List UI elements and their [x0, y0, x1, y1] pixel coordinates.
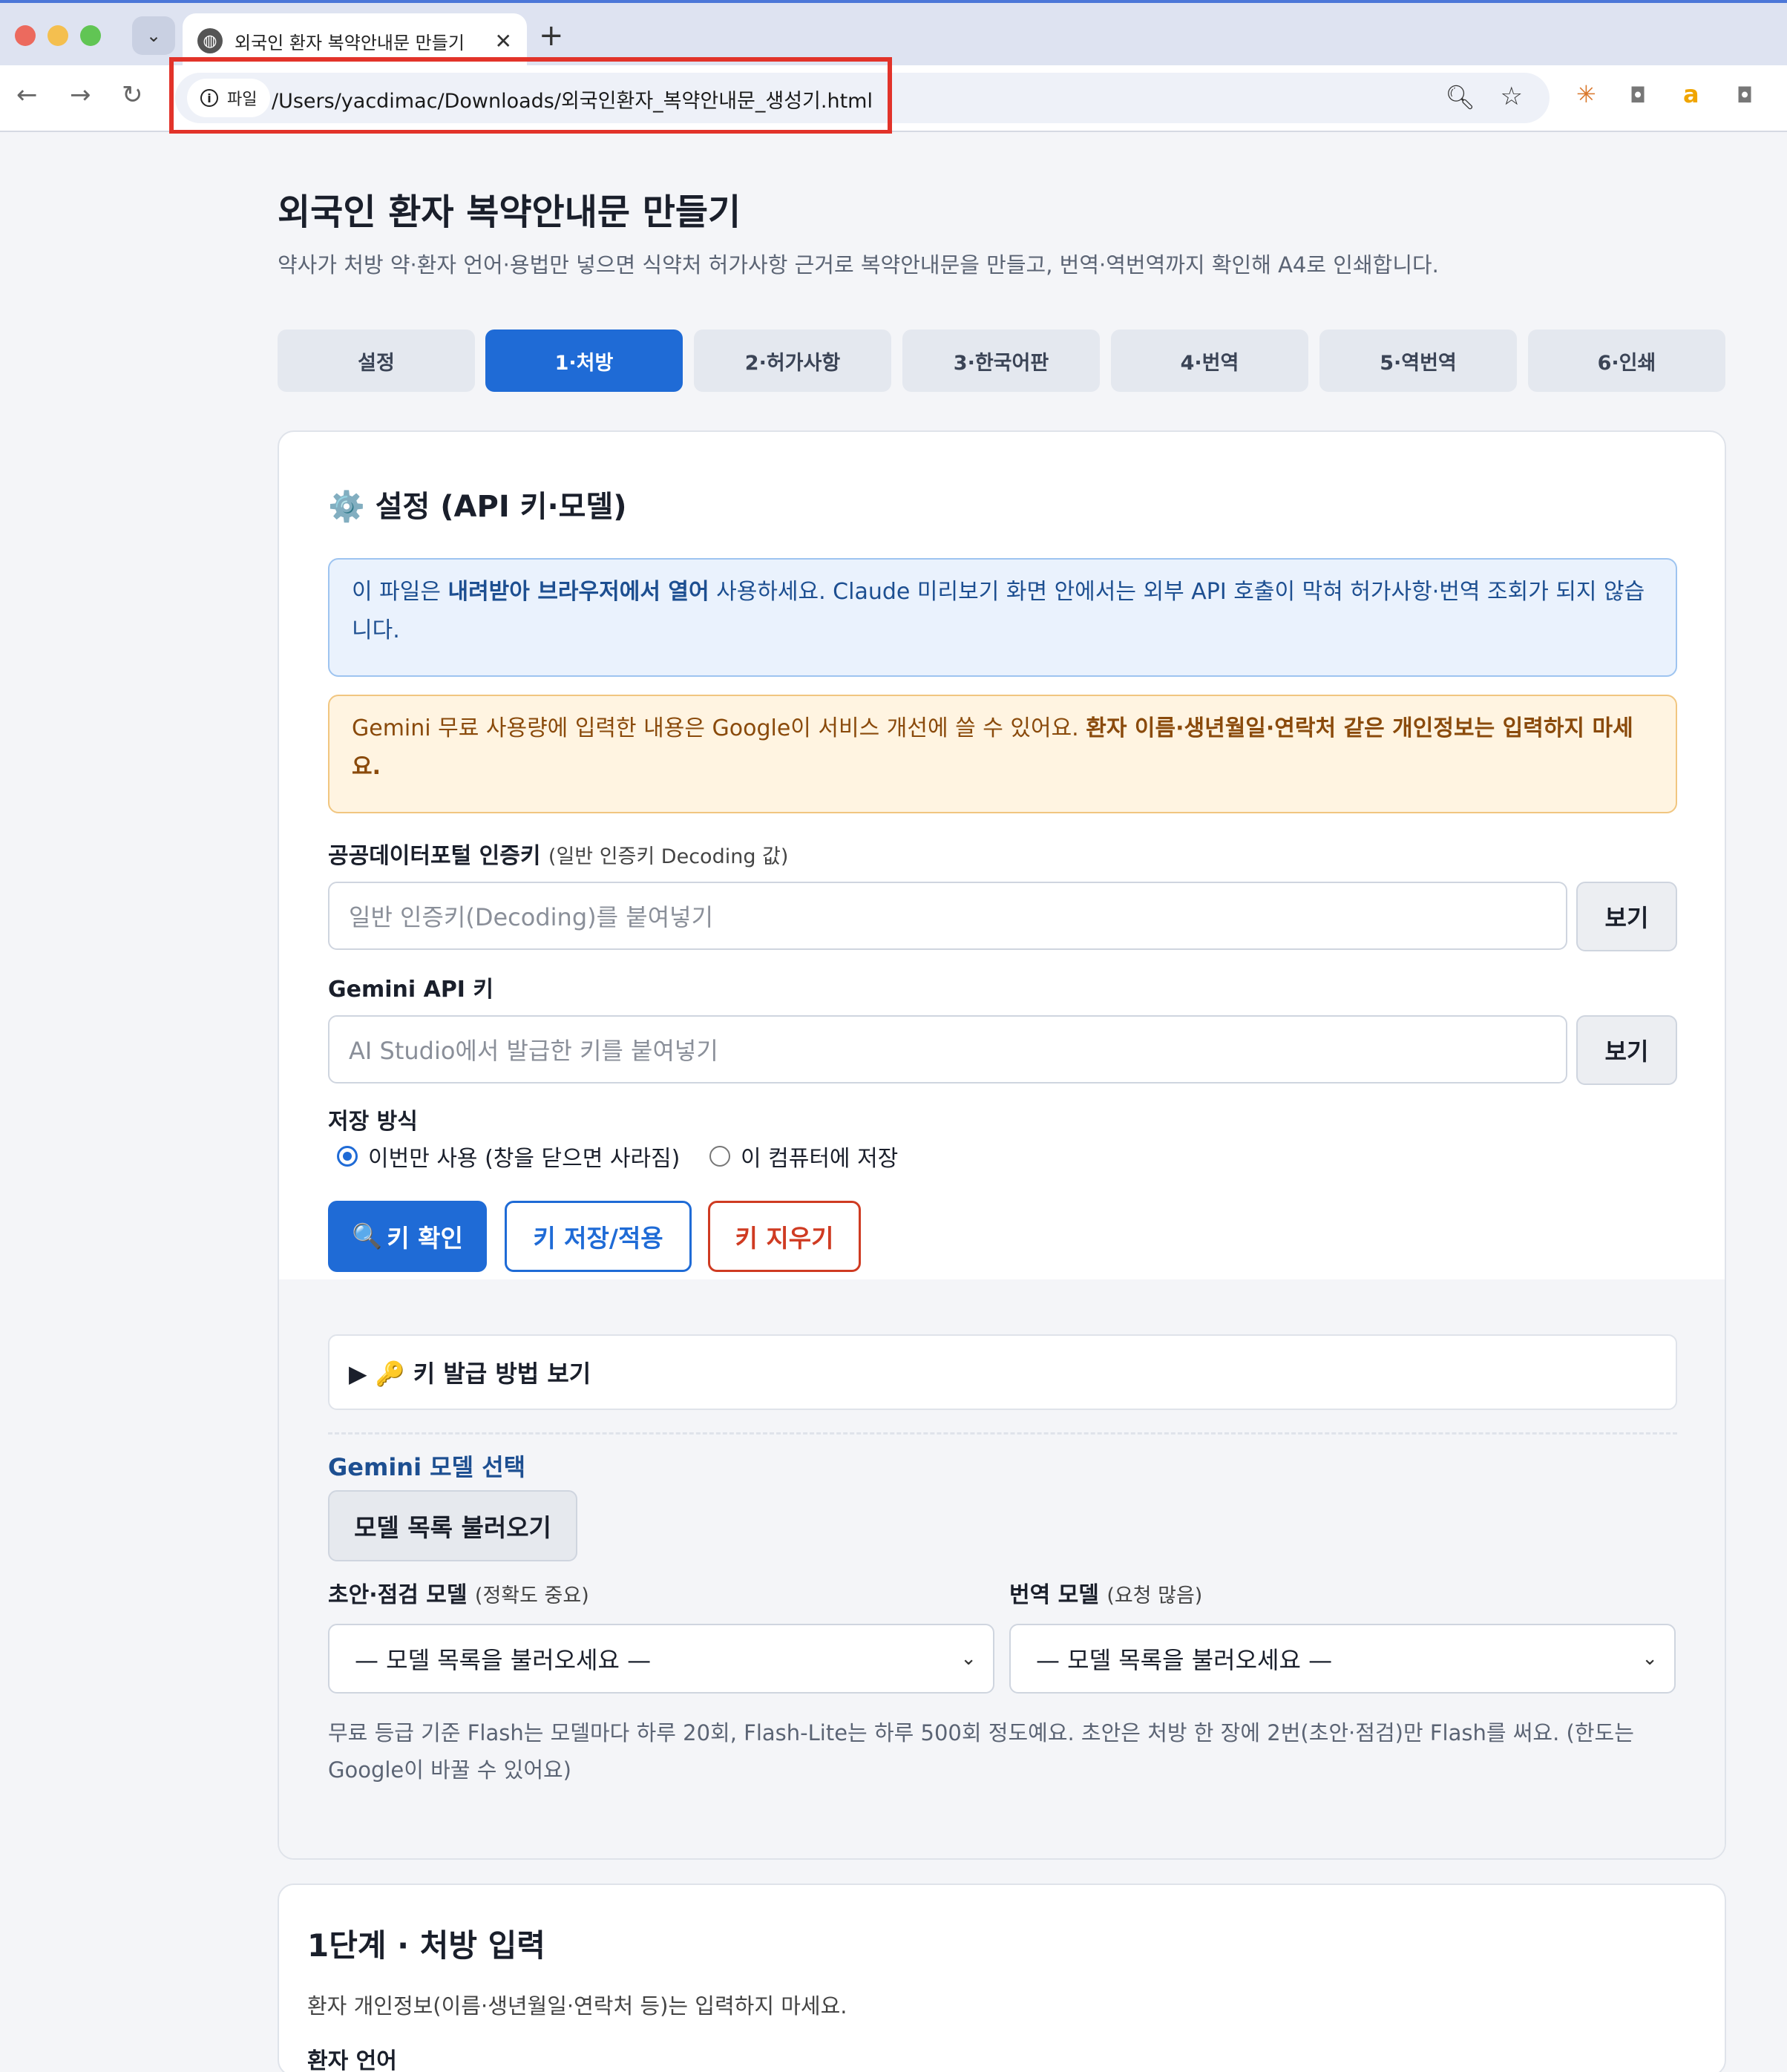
translate-model-select[interactable]: — 모델 목록을 불러오세요 — ⌄ — [1009, 1624, 1676, 1694]
translate-model-selected-value: — 모델 목록을 불러오세요 — — [1036, 1646, 1333, 1674]
draft-model-select[interactable]: — 모델 목록을 불러오세요 — ⌄ — [328, 1624, 994, 1694]
claude-extension-icon[interactable]: ✳ — [1576, 80, 1596, 108]
storage-label: 저장 방식 — [328, 1109, 418, 1135]
draft-model-hint: (정확도 중요) — [474, 1584, 589, 1607]
bookmark-star-icon[interactable]: ☆ — [1501, 82, 1523, 111]
tab-search-dropdown-icon[interactable]: ⌄ — [132, 16, 175, 55]
load-models-button[interactable]: 모델 목록 불러오기 — [328, 1490, 577, 1561]
tab-translation[interactable]: 4·번역 — [1111, 330, 1308, 392]
gear-icon: ⚙️ — [328, 490, 365, 524]
page-title: 외국인 환자 복약안내문 만들기 — [278, 191, 741, 233]
info-notice: 이 파일은 내려받아 브라우저에서 열어 사용하세요. Claude 미리보기 … — [328, 558, 1677, 677]
tab-settings[interactable]: 설정 — [278, 330, 475, 392]
info-notice-emphasis: 내려받아 브라우저에서 열어 — [447, 579, 709, 605]
step1-title: 1단계 · 처방 입력 — [307, 1927, 545, 1964]
chevron-down-icon: ⌄ — [960, 1648, 977, 1670]
tab-prescription[interactable]: 1·처방 — [485, 330, 683, 392]
save-key-button[interactable]: 키 저장/적용 — [505, 1201, 692, 1272]
screenshot-extension-icon[interactable]: ◘ — [1737, 83, 1753, 108]
window-close-control[interactable] — [15, 25, 36, 46]
tab-close-icon[interactable]: ✕ — [495, 29, 512, 53]
settings-title-text: 설정 (API 키·모델) — [375, 490, 627, 524]
section-divider — [328, 1432, 1677, 1435]
gemini-key-label: Gemini API 키 — [328, 977, 494, 1003]
storage-option-session-label: 이번만 사용 (창을 닫으면 사라짐) — [368, 1146, 681, 1172]
public-key-show-button[interactable]: 보기 — [1576, 882, 1677, 951]
tab-korean-version[interactable]: 3·한국어판 — [902, 330, 1100, 392]
storage-option-persist[interactable]: 이 컴퓨터에 저장 — [709, 1140, 898, 1173]
info-notice-text-start: 이 파일은 — [352, 579, 448, 605]
settings-title: ⚙️ 설정 (API 키·모델) — [328, 482, 627, 525]
window-minimize-control[interactable] — [47, 25, 68, 46]
camera-extension-icon[interactable]: ◘ — [1630, 83, 1646, 108]
window-zoom-control[interactable] — [80, 25, 101, 46]
quota-note: 무료 등급 기준 Flash는 모델마다 하루 20회, Flash-Lite는… — [328, 1720, 1634, 1783]
warning-notice-text: Gemini 무료 사용량에 입력한 내용은 Google이 서비스 개선에 쓸… — [352, 715, 1086, 741]
translate-model-label: 번역 모델 (요청 많음) — [1009, 1576, 1202, 1609]
step1-privacy-note: 환자 개인정보(이름·생년월일·연락처 등)는 입력하지 마세요. — [307, 1993, 847, 2019]
prescription-card: 1단계 · 처방 입력 환자 개인정보(이름·생년월일·연락처 등)는 입력하지… — [278, 1884, 1726, 2072]
reload-icon[interactable]: ↻ — [122, 80, 143, 110]
new-tab-button[interactable]: + — [539, 18, 564, 53]
forward-arrow-icon[interactable]: → — [70, 80, 91, 110]
public-key-label: 공공데이터포털 인증키 (일반 인증키 Decoding 값) — [328, 837, 788, 870]
amazon-extension-icon[interactable]: a — [1683, 80, 1699, 108]
patient-language-label: 환자 언어 — [307, 2048, 397, 2072]
chevron-down-icon: ⌄ — [1642, 1648, 1658, 1670]
public-key-input[interactable]: 일반 인증키(Decoding)를 붙여넣기 — [328, 882, 1567, 950]
clear-key-button[interactable]: 키 지우기 — [708, 1201, 861, 1272]
tab-approval-info[interactable]: 2·허가사항 — [694, 330, 891, 392]
zoom-icon[interactable]: 🔍︎ — [1445, 83, 1475, 111]
check-key-button[interactable]: 🔍 키 확인 — [328, 1201, 487, 1272]
storage-option-persist-label: 이 컴퓨터에 저장 — [741, 1146, 899, 1172]
globe-icon: ◍ — [197, 28, 223, 53]
check-key-label: 키 확인 — [387, 1224, 463, 1253]
browser-tab-strip: ⌄ ◍ 외국인 환자 복약안내문 만들기 ✕ + — [0, 0, 1787, 68]
public-key-hint: (일반 인증키 Decoding 값) — [548, 845, 789, 868]
tab-back-translation[interactable]: 5·역번역 — [1319, 330, 1517, 392]
draft-model-label-text: 초안·점검 모델 — [328, 1582, 468, 1608]
public-key-label-text: 공공데이터포털 인증키 — [328, 843, 541, 869]
page-subtitle: 약사가 처방 약·환자 언어·용법만 넣으면 식약처 허가사항 근거로 복약안내… — [278, 252, 1439, 278]
draft-model-selected-value: — 모델 목록을 불러오세요 — — [355, 1646, 652, 1674]
key-guide-details-toggle[interactable]: ▶ 🔑 키 발급 방법 보기 — [328, 1334, 1677, 1410]
back-arrow-icon[interactable]: ← — [16, 80, 38, 110]
tab-title: 외국인 환자 복약안내문 만들기 — [235, 32, 465, 53]
page-content: 외국인 환자 복약안내문 만들기 약사가 처방 약·환자 언어·용법만 넣으면 … — [0, 134, 1787, 2072]
url-highlight-box — [169, 57, 892, 134]
gemini-key-input[interactable]: AI Studio에서 발급한 키를 붙여넣기 — [328, 1015, 1567, 1083]
magnifier-icon: 🔍 — [352, 1222, 383, 1250]
settings-card: ⚙️ 설정 (API 키·모델) 이 파일은 내려받아 브라우저에서 열어 사용… — [278, 430, 1726, 1860]
translate-model-hint: (요청 많음) — [1106, 1584, 1203, 1607]
privacy-warning-notice: Gemini 무료 사용량에 입력한 내용은 Google이 서비스 개선에 쓸… — [328, 695, 1677, 813]
radio-checked-icon[interactable] — [337, 1146, 358, 1167]
model-section-heading: Gemini 모델 선택 — [328, 1453, 526, 1481]
tab-print[interactable]: 6·인쇄 — [1528, 330, 1725, 392]
gemini-key-show-button[interactable]: 보기 — [1576, 1015, 1677, 1085]
storage-option-session[interactable]: 이번만 사용 (창을 닫으면 사라짐) — [337, 1140, 680, 1173]
radio-unchecked-icon[interactable] — [709, 1146, 730, 1167]
translate-model-label-text: 번역 모델 — [1009, 1582, 1099, 1608]
draft-model-label: 초안·점검 모델 (정확도 중요) — [328, 1576, 589, 1609]
